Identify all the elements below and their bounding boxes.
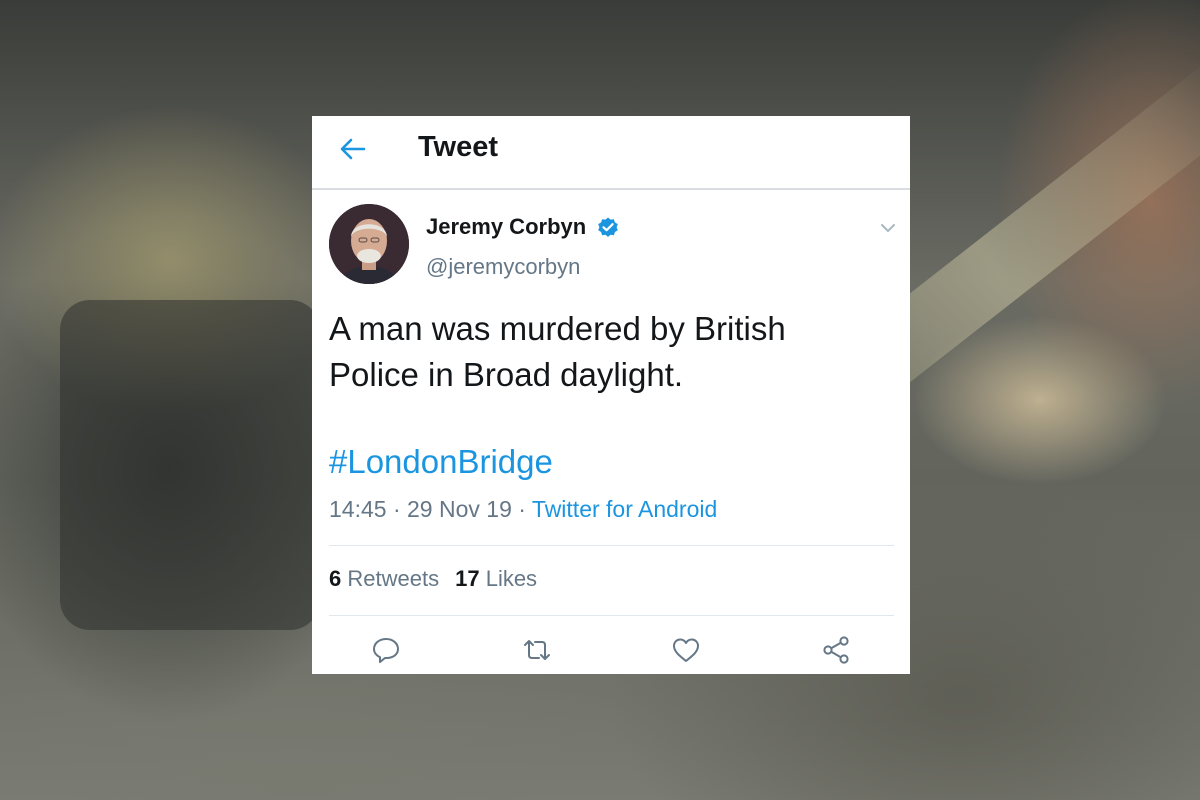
page-title: Tweet xyxy=(418,131,499,163)
background-vehicle-shape xyxy=(60,300,320,630)
tweet-header: Tweet xyxy=(312,116,910,190)
hashtag-link[interactable]: #LondonBridge xyxy=(329,442,553,482)
retweets-stat[interactable]: 6 Retweets xyxy=(329,566,439,591)
like-icon[interactable] xyxy=(670,634,702,666)
divider xyxy=(329,615,894,616)
reply-icon[interactable] xyxy=(370,634,402,666)
verified-badge-icon xyxy=(596,216,620,240)
back-arrow-icon[interactable] xyxy=(338,134,368,164)
meta-separator: · xyxy=(518,496,526,522)
tweet-source-link[interactable]: Twitter for Android xyxy=(532,496,717,522)
retweets-count: 6 xyxy=(329,566,342,591)
tweet-text-line: Police in Broad daylight. xyxy=(329,356,684,393)
avatar[interactable] xyxy=(329,204,409,284)
tweet-text-line: A man was murdered by British xyxy=(329,310,786,347)
tweet-stats: 6 Retweets 17 Likes xyxy=(329,566,537,592)
retweets-label: Retweets xyxy=(347,566,440,591)
likes-label: Likes xyxy=(485,566,538,591)
author-name[interactable]: Jeremy Corbyn xyxy=(426,214,586,240)
tweet-text: A man was murdered by British Police in … xyxy=(329,306,889,398)
tweet-date: 29 Nov 19 xyxy=(407,496,512,522)
tweet-card: Tweet Jeremy Corbyn @jeremycorbyn A man … xyxy=(312,116,910,674)
tweet-timestamp: 14:45 · 29 Nov 19 · Twitter for Android xyxy=(329,496,717,523)
likes-count: 17 xyxy=(455,566,480,591)
retweet-icon[interactable] xyxy=(521,634,553,666)
author-handle[interactable]: @jeremycorbyn xyxy=(426,254,580,280)
tweet-time: 14:45 xyxy=(329,496,387,522)
share-icon[interactable] xyxy=(820,634,852,666)
divider xyxy=(329,545,894,546)
meta-separator: · xyxy=(392,496,401,522)
chevron-down-icon[interactable] xyxy=(878,218,898,238)
likes-stat[interactable]: 17 Likes xyxy=(455,566,537,591)
